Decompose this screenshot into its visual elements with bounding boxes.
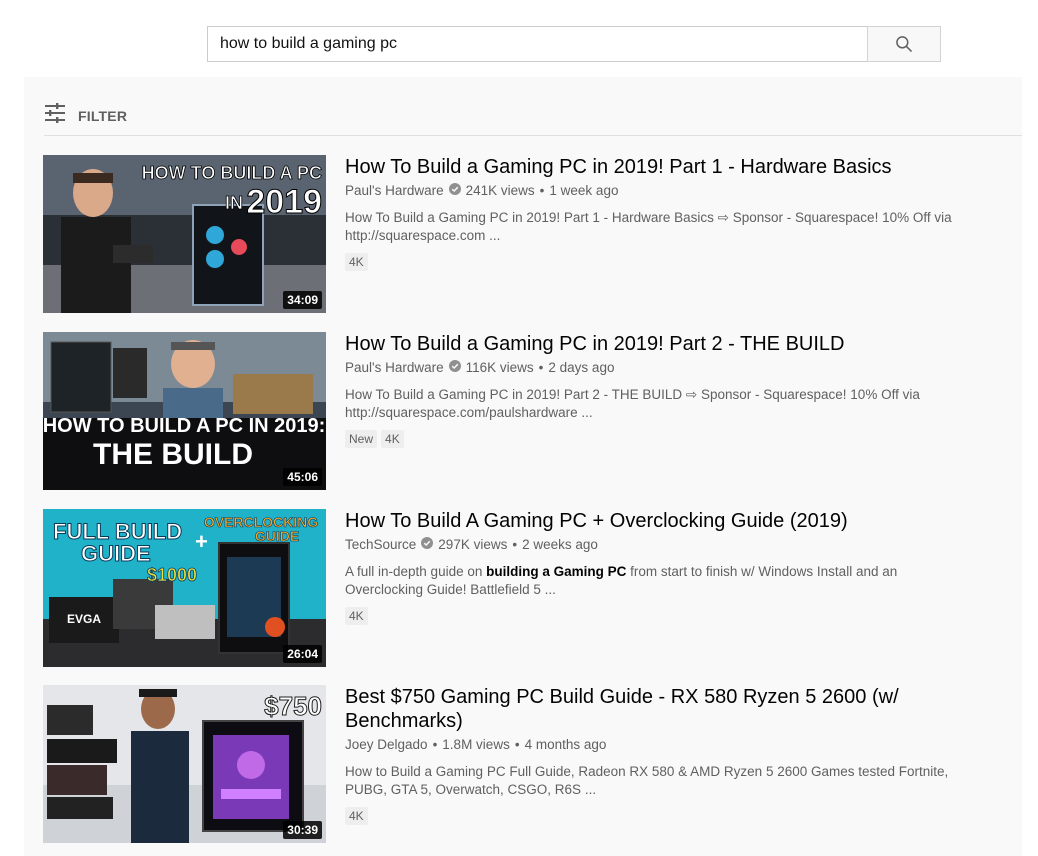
badges-1: 4K bbox=[345, 253, 1013, 271]
video-description-1: How To Build a Gaming PC in 2019! Part 1… bbox=[345, 209, 1013, 245]
video-info-3: How To Build A Gaming PC + Overclocking … bbox=[345, 509, 1013, 625]
thumb-2-text-line1: HOW TO BUILD A PC IN 2019: bbox=[43, 415, 325, 437]
thumb-2-text-line2: THE BUILD bbox=[93, 438, 253, 471]
meta-separator: • bbox=[432, 737, 438, 752]
thumb-1-text-line1: HOW TO BUILD A PC bbox=[142, 163, 322, 183]
badges-2: New 4K bbox=[345, 430, 1013, 448]
thumb-3-text-evga: EVGA bbox=[67, 612, 101, 626]
badge-4k: 4K bbox=[345, 807, 368, 825]
description-text: from start to finish w/ Windows Install … bbox=[626, 564, 898, 579]
title-line: Benchmarks) bbox=[345, 710, 463, 732]
filter-divider bbox=[44, 135, 1022, 136]
channel-name-1[interactable]: Paul's Hardware bbox=[345, 182, 444, 200]
description-line: How To Build a Gaming PC in 2019! Part 2… bbox=[345, 387, 920, 402]
view-count-4: 1.8M views bbox=[442, 737, 510, 752]
meta-separator: • bbox=[512, 537, 518, 552]
video-title-2[interactable]: How To Build a Gaming PC in 2019! Part 2… bbox=[345, 332, 1013, 356]
meta-separator: • bbox=[538, 360, 544, 375]
video-description-3: A full in-depth guide on building a Gami… bbox=[345, 563, 1013, 599]
video-meta-1: Paul's Hardware 241K views • 1 week ago bbox=[345, 182, 1013, 200]
description-text: A full in-depth guide on bbox=[345, 564, 487, 579]
view-count-2: 116K views bbox=[465, 360, 534, 375]
verified-check-icon bbox=[448, 182, 461, 200]
filter-sliders-icon bbox=[44, 103, 66, 128]
video-info-2: How To Build a Gaming PC in 2019! Part 2… bbox=[345, 332, 1013, 448]
thumb-4-text-price: $750 bbox=[264, 691, 322, 721]
channel-name-3[interactable]: TechSource bbox=[345, 536, 416, 554]
video-duration-4: 30:39 bbox=[283, 821, 322, 839]
description-line: http://squarespace.com/paulshardware ... bbox=[345, 405, 593, 420]
view-count-3: 297K views bbox=[438, 537, 508, 552]
video-title-4[interactable]: Best $750 Gaming PC Build Guide - RX 580… bbox=[345, 685, 1013, 733]
upload-age-4: 4 months ago bbox=[524, 737, 607, 752]
description-line: A full in-depth guide on building a Gami… bbox=[345, 563, 1013, 581]
video-meta-2: Paul's Hardware 116K views • 2 days ago bbox=[345, 359, 1013, 377]
video-info-1: How To Build a Gaming PC in 2019! Part 1… bbox=[345, 155, 1013, 271]
upload-age-3: 2 weeks ago bbox=[522, 537, 598, 552]
description-line: http://squarespace.com ... bbox=[345, 228, 501, 243]
thumb-1-text-in: IN bbox=[225, 193, 243, 213]
badges-3: 4K bbox=[345, 607, 1013, 625]
filter-button[interactable]: FILTER bbox=[44, 103, 127, 128]
video-duration-1: 34:09 bbox=[283, 291, 322, 309]
thumb-3-text-price: $1000 bbox=[147, 565, 197, 585]
upload-age-2: 2 days ago bbox=[548, 360, 615, 375]
badge-4k: 4K bbox=[345, 607, 368, 625]
video-thumbnail-3[interactable]: FULL BUILD GUIDE $1000 OVERCLOCKING GUID… bbox=[43, 509, 326, 667]
description-highlight: building a Gaming PC bbox=[486, 564, 627, 579]
video-description-2: How To Build a Gaming PC in 2019! Part 2… bbox=[345, 386, 1013, 422]
video-duration-3: 26:04 bbox=[283, 645, 322, 663]
video-title-3[interactable]: How To Build A Gaming PC + Overclocking … bbox=[345, 509, 1013, 533]
video-thumbnail-2[interactable]: HOW TO BUILD A PC IN 2019: THE BUILD 45:… bbox=[43, 332, 326, 490]
thumb-3-text-ocguide: GUIDE bbox=[255, 528, 299, 544]
thumb-3-text-plus: + bbox=[195, 529, 208, 554]
video-meta-3: TechSource 297K views • 2 weeks ago bbox=[345, 536, 1013, 554]
upload-age-1: 1 week ago bbox=[549, 183, 619, 198]
video-duration-2: 45:06 bbox=[283, 468, 322, 486]
video-thumbnail-1[interactable]: HOW TO BUILD A PC IN 2019 34:09 bbox=[43, 155, 326, 313]
results-panel: FILTER HOW TO BUILD A PC IN 2019 34:09 H… bbox=[24, 77, 1022, 856]
meta-separator: • bbox=[539, 183, 545, 198]
description-line: How To Build a Gaming PC in 2019! Part 1… bbox=[345, 210, 952, 225]
video-info-4: Best $750 Gaming PC Build Guide - RX 580… bbox=[345, 685, 1013, 825]
channel-name-4[interactable]: Joey Delgado bbox=[345, 736, 428, 754]
description-line: How to Build a Gaming PC Full Guide, Rad… bbox=[345, 764, 949, 779]
search-bar bbox=[207, 26, 941, 62]
verified-check-icon bbox=[448, 359, 461, 377]
filter-label: FILTER bbox=[78, 107, 128, 124]
description-line: PUBG, GTA 5, Overwatch, CSGO, R6S ... bbox=[345, 782, 597, 797]
video-description-4: How to Build a Gaming PC Full Guide, Rad… bbox=[345, 763, 1013, 799]
search-button[interactable] bbox=[867, 26, 941, 62]
search-icon bbox=[894, 34, 914, 54]
description-line: Overclocking Guide! Battlefield 5 ... bbox=[345, 582, 556, 597]
badge-4k: 4K bbox=[345, 253, 368, 271]
verified-check-icon bbox=[421, 536, 434, 554]
badge-new: New bbox=[345, 430, 378, 448]
badge-4k: 4K bbox=[381, 430, 404, 448]
video-title-1[interactable]: How To Build a Gaming PC in 2019! Part 1… bbox=[345, 155, 1013, 179]
badges-4: 4K bbox=[345, 807, 1013, 825]
channel-name-2[interactable]: Paul's Hardware bbox=[345, 359, 444, 377]
view-count-1: 241K views bbox=[465, 183, 535, 198]
video-thumbnail-4[interactable]: $750 30:39 bbox=[43, 685, 326, 843]
video-meta-4: Joey Delgado • 1.8M views • 4 months ago bbox=[345, 736, 1013, 754]
thumb-1-text-year: 2019 bbox=[246, 183, 322, 221]
search-input[interactable] bbox=[207, 26, 867, 62]
thumb-3-text-guide: GUIDE bbox=[81, 541, 151, 566]
title-line: Best $750 Gaming PC Build Guide - RX 580… bbox=[345, 686, 899, 708]
meta-separator: • bbox=[514, 737, 520, 752]
